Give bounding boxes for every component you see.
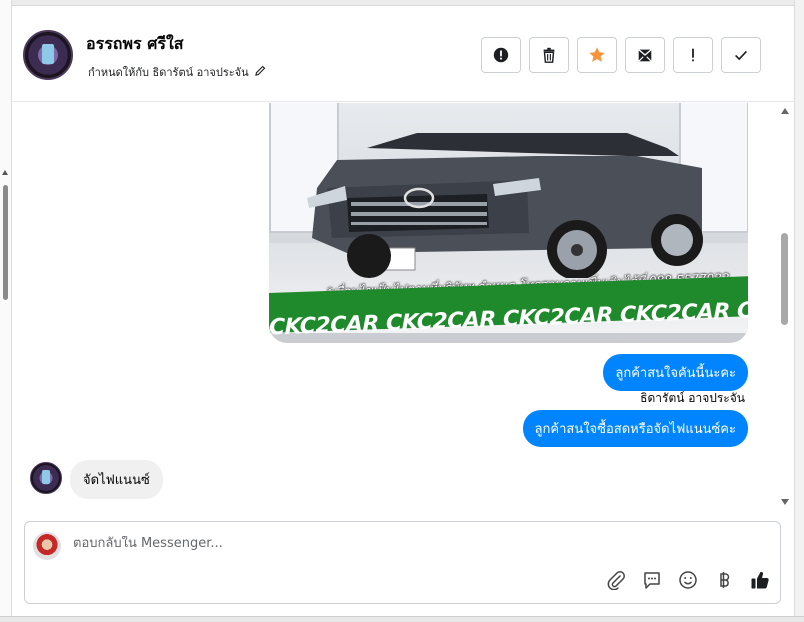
saved-replies-button[interactable]	[642, 569, 662, 591]
sender-name: ธิดารัตน์ อาจประจัน	[640, 391, 745, 405]
composer-toolbar	[606, 569, 770, 591]
trash-icon	[543, 47, 555, 63]
reply-input[interactable]	[73, 536, 753, 551]
emoji-button[interactable]	[678, 569, 698, 591]
done-button[interactable]	[721, 37, 761, 73]
follow-up-button[interactable]	[577, 37, 617, 73]
agent-avatar	[33, 532, 61, 560]
alert-circle-icon	[493, 47, 509, 63]
star-icon	[589, 47, 605, 62]
assigned-to-text: กำหนดให้กับ ธิดารัตน์ อาจประจัน	[88, 66, 249, 79]
smiley-icon	[679, 571, 697, 589]
check-icon	[735, 50, 747, 61]
spam-button[interactable]	[481, 37, 521, 73]
mark-unread-button[interactable]	[625, 37, 665, 73]
payment-button[interactable]	[714, 569, 734, 591]
scroll-thumb[interactable]	[781, 233, 788, 325]
message-thread[interactable]: *เงื่อนไขเป็นไปตามที่บริษัทฯ กำหนด โทรสอ…	[13, 103, 783, 513]
pencil-icon[interactable]	[255, 65, 266, 79]
reply-composer[interactable]	[24, 521, 781, 604]
header-actions	[481, 37, 761, 73]
thread-scrollbar[interactable]	[780, 103, 790, 513]
paperclip-icon	[607, 571, 625, 590]
delete-button[interactable]	[529, 37, 569, 73]
incoming-message[interactable]: จัดไฟแนนซ์	[70, 460, 163, 499]
assignment-line[interactable]: กำหนดให้กับ ธิดารัตน์ อาจประจัน	[88, 63, 266, 81]
like-button[interactable]	[750, 569, 770, 591]
outgoing-message[interactable]: ลูกค้าสนใจซื้อสดหรือจัดไฟแนนซ์คะ	[522, 410, 748, 447]
priority-button[interactable]	[673, 37, 713, 73]
scroll-up-icon[interactable]	[781, 108, 789, 114]
contact-avatar[interactable]	[23, 30, 73, 80]
window-right-edge	[794, 0, 804, 622]
contact-name[interactable]: อรรถพร ศรีใส	[86, 32, 184, 57]
window-top-edge	[0, 0, 804, 6]
left-scroll-thumb[interactable]	[3, 185, 8, 300]
left-scroll-up-icon[interactable]	[2, 170, 8, 175]
left-scrollbar[interactable]	[0, 0, 12, 622]
outgoing-message[interactable]: ลูกค้าสนใจคันนี้นะคะ	[603, 354, 748, 391]
exclamation-icon	[692, 48, 694, 62]
car-photo-attachment[interactable]: *เงื่อนไขเป็นไปตามที่บริษัทฯ กำหนด โทรสอ…	[269, 103, 748, 343]
pickup-truck-graphic	[307, 133, 703, 278]
baht-icon	[720, 572, 730, 588]
scroll-down-icon[interactable]	[781, 499, 789, 505]
window-bottom-edge	[0, 616, 804, 622]
chat-bubble-icon	[644, 572, 660, 589]
attach-button[interactable]	[606, 569, 626, 591]
contact-avatar-small[interactable]	[30, 462, 62, 494]
messenger-window: อรรถพร ศรีใส กำหนดให้กับ ธิดารัตน์ อาจปร…	[0, 0, 804, 622]
mark-unread-icon	[638, 49, 652, 62]
conversation-header: อรรถพร ศรีใส กำหนดให้กับ ธิดารัตน์ อาจปร…	[13, 7, 794, 102]
thumbs-up-icon	[751, 571, 769, 589]
